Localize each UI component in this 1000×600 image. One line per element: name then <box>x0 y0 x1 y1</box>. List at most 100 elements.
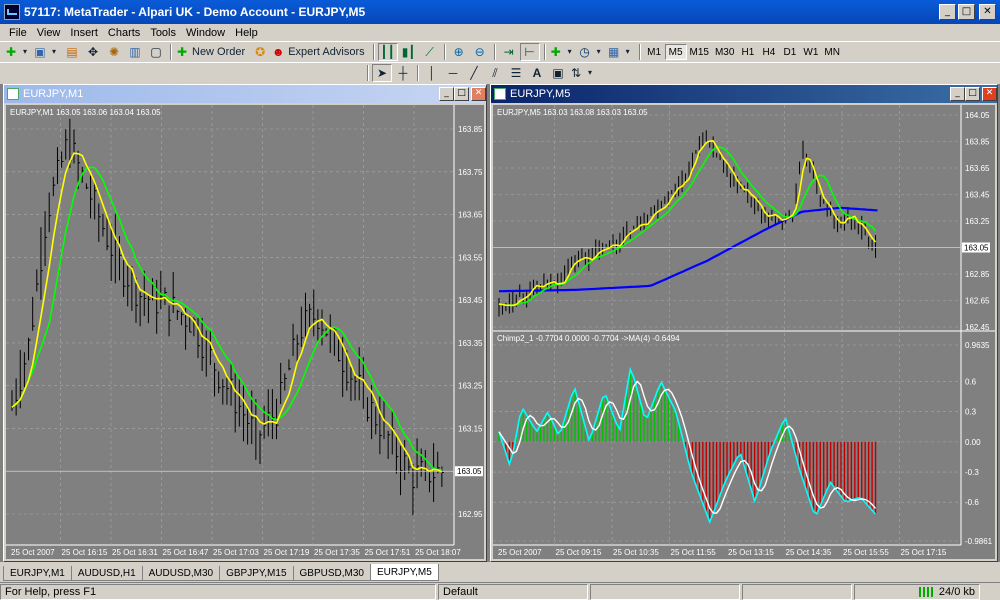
window-titlebar: 57117: MetaTrader - Alpari UK - Demo Acc… <box>0 0 1000 24</box>
chart-minimize-button[interactable]: _ <box>950 87 965 101</box>
toolbar-separator <box>543 44 546 60</box>
menu-window[interactable]: Window <box>181 27 230 39</box>
chart-maximize-button[interactable]: □ <box>454 87 469 101</box>
chart-window-titlebar: EURJPY,M1 _ □ ✕ <box>4 85 486 103</box>
vertical-line-button[interactable]: │ <box>422 64 442 82</box>
timeframe-m15[interactable]: M15 <box>687 44 712 60</box>
text-tool-button[interactable]: A <box>527 64 547 82</box>
timeframe-m5[interactable]: M5 <box>664 44 687 60</box>
menu-charts[interactable]: Charts <box>103 27 145 39</box>
periods-button[interactable]: ◷ ▾ <box>578 43 606 61</box>
indicators-button[interactable]: ✚ ▾ <box>549 43 577 61</box>
time-axis-label: 25 Oct 17:03 <box>213 548 259 557</box>
maximize-button[interactable]: □ <box>958 4 975 20</box>
timeframe-h4[interactable]: H4 <box>758 44 779 60</box>
standard-toolbar: ✚ ▾ ▣ ▾ ▤ ✥ ✺ ▥ ▢ ✚ New Order ✪ ☻ Expert Adv… <box>0 41 1000 62</box>
chart-info-label: EURJPY,M1 163.05 163.06 163.04 163.05 <box>10 108 161 117</box>
menu-view[interactable]: View <box>32 27 66 39</box>
status-help-text: For Help, press F1 <box>0 583 436 600</box>
terminal-button[interactable]: ▥ <box>125 43 145 61</box>
chart-window-titlebar: EURJPY,M5 _ □ ✕ <box>491 85 997 103</box>
new-order-button[interactable]: ✚ New Order <box>175 43 249 61</box>
arrows-button[interactable]: ⇅ ▾ <box>569 64 597 82</box>
market-watch-button[interactable]: ▤ <box>62 43 82 61</box>
time-axis-label: 25 Oct 14:35 <box>786 548 832 557</box>
line-chart-button[interactable]: ⟋ <box>420 43 440 61</box>
data-window-button[interactable]: ✥ <box>83 43 103 61</box>
menu-tools[interactable]: Tools <box>145 27 181 39</box>
chart-window-title: EURJPY,M5 <box>510 88 571 100</box>
chart-shift-button[interactable]: ⊢ <box>519 43 540 61</box>
chart-close-button[interactable]: ✕ <box>982 87 997 101</box>
price-axis-label: 163.25 <box>458 382 483 391</box>
metatrader-app-icon <box>4 4 20 20</box>
timeframe-w1[interactable]: W1 <box>800 44 821 60</box>
price-axis-label: 163.65 <box>458 211 483 220</box>
price-chart-m1[interactable]: 163.85 163.75 163.65 163.55 163.45 163.35 163.… <box>6 105 484 559</box>
tab-gbpusd-m30[interactable]: GBPUSD,M30 <box>292 566 371 581</box>
indicator-axis-label: 0.3 <box>965 408 977 417</box>
auto-scroll-button[interactable]: ⇥ <box>499 43 519 61</box>
indicator-info-label: Chimp2_1 -0.7704 0.0000 -0.7704 ->MA(4) … <box>497 334 680 343</box>
navigator-button[interactable]: ✺ <box>104 43 124 61</box>
timeframe-m1[interactable]: M1 <box>644 44 665 60</box>
indicator-axis-label: -0.3 <box>965 468 979 477</box>
profiles-button[interactable]: ▣ ▾ <box>33 43 61 61</box>
candlestick-button[interactable]: ▮┃ <box>399 43 419 61</box>
chart-maximize-button[interactable]: □ <box>965 87 980 101</box>
connection-bars-icon <box>918 586 933 597</box>
dropdown-arrow-icon: ▾ <box>51 47 56 56</box>
zoom-out-button[interactable]: ⊖ <box>470 43 490 61</box>
indicator-axis-label: 0.6 <box>965 378 977 387</box>
text-tool-icon: A <box>532 66 542 80</box>
status-empty-1 <box>590 583 740 600</box>
menu-file[interactable]: File <box>4 27 32 39</box>
strategy-tester-icon: ▢ <box>150 45 162 59</box>
crosshair-tool-button[interactable]: ┼ <box>393 64 413 82</box>
time-axis-label: 25 Oct 18:07 <box>415 548 461 557</box>
tab-audusd-m30[interactable]: AUDUSD,M30 <box>141 566 221 581</box>
price-chart-m5[interactable]: 164.05 163.85 163.65 163.45 163.25 162.85 162.… <box>493 105 995 559</box>
menu-help[interactable]: Help <box>230 27 263 39</box>
price-axis-label: 162.65 <box>965 297 990 306</box>
channel-button[interactable]: ⫽ <box>485 64 505 82</box>
chart-close-button[interactable]: ✕ <box>471 87 486 101</box>
market-watch-icon: ▤ <box>66 45 78 59</box>
new-order-icon: ✚ <box>176 45 188 59</box>
expert-advisors-button[interactable]: ☻ Expert Advisors <box>271 43 368 61</box>
time-axis-label: 25 Oct 17:15 <box>901 548 947 557</box>
metaeditor-button[interactable]: ✪ <box>250 43 270 61</box>
fibonacci-button[interactable]: ☰ <box>506 64 526 82</box>
tab-audusd-h1[interactable]: AUDUSD,H1 <box>70 566 143 581</box>
chart-window-title: EURJPY,M1 <box>23 88 84 100</box>
zoom-in-button[interactable]: ⊕ <box>449 43 469 61</box>
tab-eurjpy-m5[interactable]: EURJPY,M5 <box>369 564 439 581</box>
timeframe-mn[interactable]: MN <box>821 44 843 60</box>
dropdown-arrow-icon: ▾ <box>567 47 572 56</box>
templates-icon: ▦ <box>607 45 620 59</box>
menu-insert[interactable]: Insert <box>65 27 103 39</box>
timeframe-h1[interactable]: H1 <box>737 44 758 60</box>
arrows-icon: ⇅ <box>570 66 582 80</box>
minimize-button[interactable]: _ <box>939 4 956 20</box>
horizontal-line-button[interactable]: ─ <box>443 64 463 82</box>
new-chart-button[interactable]: ✚ ▾ <box>4 43 32 61</box>
chart-window-eurjpy-m1[interactable]: EURJPY,M1 _ □ ✕ 163.85 163.75 163.65 163.55… <box>3 84 487 562</box>
chart-window-eurjpy-m5[interactable]: EURJPY,M5 _ □ ✕ 164.05 163.85 163.65 163.45… <box>490 84 998 562</box>
templates-button[interactable]: ▦ ▾ <box>607 43 635 61</box>
time-axis-label: 25 Oct 17:51 <box>365 548 411 557</box>
trendline-button[interactable]: ╱ <box>464 64 484 82</box>
tab-eurjpy-m1[interactable]: EURJPY,M1 <box>3 566 72 581</box>
expert-advisors-icon: ☻ <box>271 45 285 59</box>
tab-gbpjpy-m15[interactable]: GBPJPY,M15 <box>219 566 294 581</box>
text-label-button[interactable]: ▣ <box>548 64 568 82</box>
timeframe-d1[interactable]: D1 <box>779 44 800 60</box>
status-profile[interactable]: Default <box>438 583 588 600</box>
cursor-tool-button[interactable]: ➤ <box>372 64 392 82</box>
close-button[interactable]: ✕ <box>979 4 996 20</box>
timeframe-m30[interactable]: M30 <box>712 44 737 60</box>
chart-minimize-button[interactable]: _ <box>439 87 454 101</box>
current-price-label: 163.05 <box>964 244 989 253</box>
bar-chart-button[interactable]: ┃┃ <box>377 43 398 61</box>
strategy-tester-button[interactable]: ▢ <box>146 43 166 61</box>
